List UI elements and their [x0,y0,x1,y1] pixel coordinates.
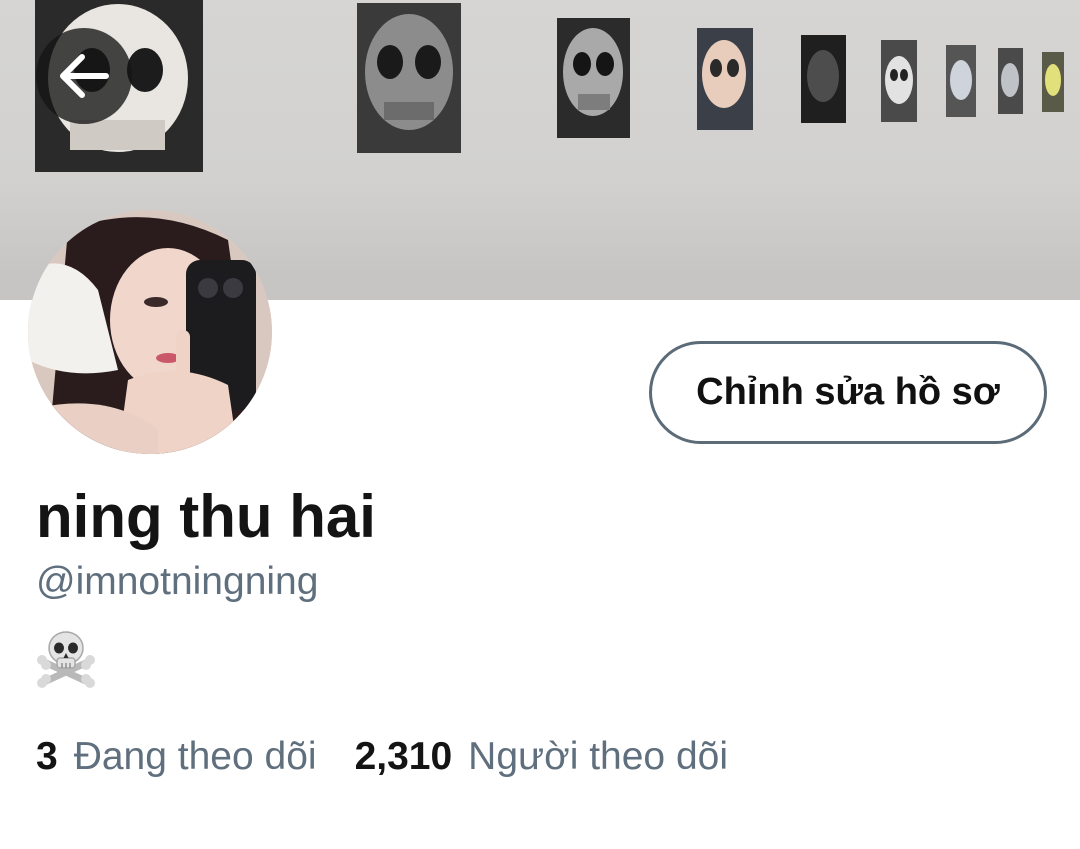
follow-stats: 3 Đang theo dõi 2,310 Người theo dõi [36,735,728,779]
followers-stat[interactable]: 2,310 Người theo dõi [355,735,728,779]
following-label: Đang theo dõi [73,735,317,778]
username-handle: @imnotningning [36,560,319,603]
edit-profile-label: Chỉnh sửa hồ sơ [696,371,1000,413]
edit-profile-button[interactable]: Chỉnh sửa hồ sơ [649,341,1047,444]
painting-5 [801,35,846,123]
painting-8 [998,48,1023,114]
painting-2 [357,3,461,153]
arrow-left-icon [60,54,109,98]
followers-count: 2,310 [354,735,453,778]
display-name: ning thu hai [36,483,376,550]
followers-label: Người theo dõi [468,735,728,778]
following-stat[interactable]: 3 Đang theo dõi [36,735,317,779]
painting-4 [697,28,753,130]
following-count: 3 [36,735,58,778]
skull-crossbones-icon: ☠️ [36,628,96,688]
back-button[interactable] [36,28,132,124]
painting-6 [881,40,917,122]
painting-7 [946,45,976,117]
profile-page: Chỉnh sửa hồ sơ ning thu hai @imnotningn… [0,0,1080,849]
avatar[interactable] [28,210,272,454]
painting-3 [557,18,630,138]
avatar-image [28,210,272,454]
painting-9 [1042,52,1064,112]
